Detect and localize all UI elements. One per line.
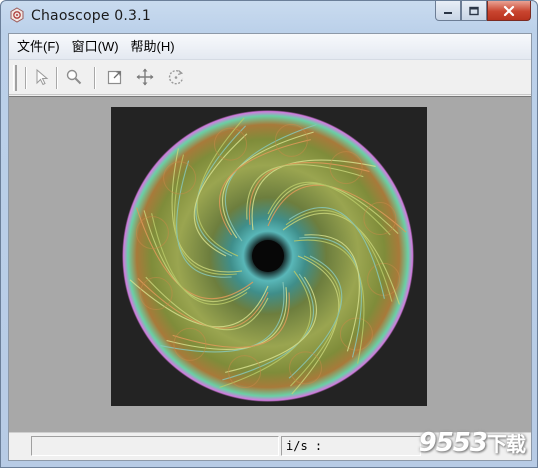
status-bar: i/s : 9553下载 — [9, 428, 531, 460]
toolbar-separator — [25, 67, 27, 89]
client-area: 文件(F) 窗口(W) 帮助(H) i/s: 9553下载 — [8, 33, 532, 461]
select-region-icon — [107, 70, 122, 85]
status-pane-rate: i/s : — [281, 436, 421, 456]
chaoscope-attractor-render — [122, 110, 414, 402]
move-tool-button[interactable] — [133, 65, 157, 89]
app-icon — [9, 7, 25, 23]
menu-window[interactable]: 窗口(W) — [66, 37, 125, 57]
zoom-magnifier-icon — [66, 69, 82, 85]
close-button[interactable] — [487, 1, 531, 21]
toolbar-separator — [56, 67, 58, 89]
maximize-button[interactable] — [461, 1, 487, 21]
title-bar[interactable]: Chaoscope 0.3.1 — [1, 1, 537, 33]
fractal-image[interactable] — [111, 107, 427, 406]
watermark-number: 9553 — [418, 428, 488, 458]
move-pan-icon — [136, 68, 154, 86]
minimize-button[interactable] — [435, 1, 461, 21]
app-window: Chaoscope 0.3.1 文件(F) 窗口(W) 帮助(H) i/s: … — [0, 0, 538, 468]
toolbar-grip[interactable] — [13, 65, 17, 91]
close-icon — [503, 5, 515, 16]
menu-bar: 文件(F) 窗口(W) 帮助(H) — [9, 34, 531, 60]
maximize-icon — [469, 6, 479, 15]
rotate-tool-button[interactable] — [164, 65, 188, 89]
watermark-logo: 9553下载 — [418, 428, 526, 458]
render-canvas-area[interactable] — [9, 96, 531, 432]
minimize-icon — [444, 11, 452, 14]
select-tool-button[interactable] — [103, 65, 127, 89]
watermark-suffix: 下载 — [487, 432, 526, 456]
toolbar-separator — [94, 67, 96, 89]
pointer-arrow-icon — [36, 68, 49, 86]
zoom-tool-button[interactable] — [62, 65, 86, 89]
window-controls — [435, 1, 531, 21]
menu-file[interactable]: 文件(F) — [11, 37, 66, 57]
menu-help[interactable]: 帮助(H) — [125, 37, 181, 57]
toolbar — [9, 61, 531, 95]
window-title: Chaoscope 0.3.1 — [31, 8, 151, 24]
rotate-icon — [168, 69, 184, 85]
pointer-tool-button[interactable] — [30, 65, 54, 89]
status-pane-message — [31, 436, 279, 456]
